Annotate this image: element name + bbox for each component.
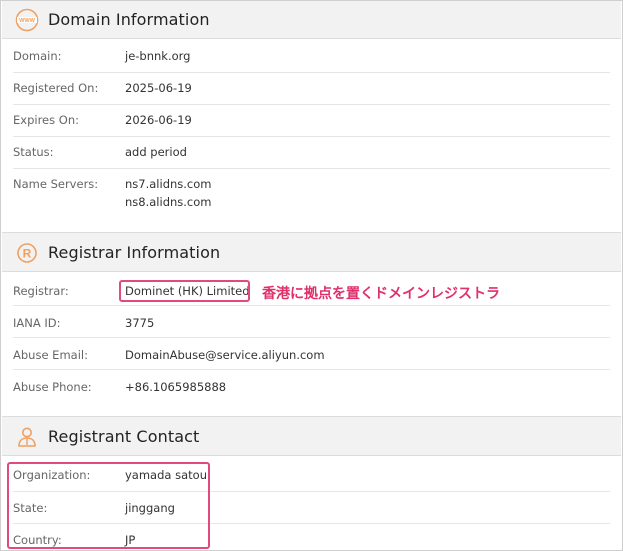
expires-on-value: 2026-06-19 [125,113,192,127]
expires-on-label: Expires On: [13,113,79,127]
svg-text:R: R [23,247,32,261]
section-title: Registrar Information [48,242,221,262]
name-server-1: ns7.alidns.com [125,177,212,191]
abuse-phone-label: Abuse Phone: [13,380,92,394]
expires-on-row: Expires On: 2026-06-19 [13,105,610,137]
status-value: add period [125,145,187,159]
www-globe-icon: WWW [15,8,39,32]
section-title: Registrant Contact [48,426,200,446]
domain-information-header: WWW Domain Information [2,1,621,39]
domain-value: je-bnnk.org [125,49,191,63]
abuse-phone-value: +86.1065985888 [125,380,227,394]
whois-panel: WWW Domain Information Domain: je-bnnk.o… [0,0,623,551]
domain-row: Domain: je-bnnk.org [13,41,610,73]
name-servers-row: Name Servers: ns7.alidns.com ns8.alidns.… [13,169,610,219]
registered-on-value: 2025-06-19 [125,81,192,95]
registered-on-label: Registered On: [13,81,99,95]
registrant-contact-header: Registrant Contact [2,416,621,456]
registered-icon: R [17,243,37,263]
name-server-2: ns8.alidns.com [125,195,212,209]
abuse-email-value: DomainAbuse@service.aliyun.com [125,348,325,362]
iana-id-value: 3775 [125,316,155,330]
registrar-information-header: R Registrar Information [2,232,621,272]
registrant-highlight-box [7,462,210,549]
person-icon [18,427,36,447]
section-title: Domain Information [48,9,210,29]
abuse-email-row: Abuse Email: DomainAbuse@service.aliyun.… [13,338,610,370]
abuse-phone-row: Abuse Phone: +86.1065985888 [13,370,610,402]
registered-on-row: Registered On: 2025-06-19 [13,73,610,105]
name-servers-label: Name Servers: [13,177,99,191]
status-label: Status: [13,145,54,159]
registrar-annotation: 香港に拠点を置くドメインレジストラ [262,286,500,302]
domain-label: Domain: [13,49,62,63]
svg-text:WWW: WWW [19,18,36,24]
iana-id-row: IANA ID: 3775 [13,306,610,338]
iana-id-label: IANA ID: [13,316,61,330]
registrar-highlight-box [119,280,250,302]
registrar-label: Registrar: [13,284,69,298]
status-row: Status: add period [13,137,610,169]
abuse-email-label: Abuse Email: [13,348,88,362]
